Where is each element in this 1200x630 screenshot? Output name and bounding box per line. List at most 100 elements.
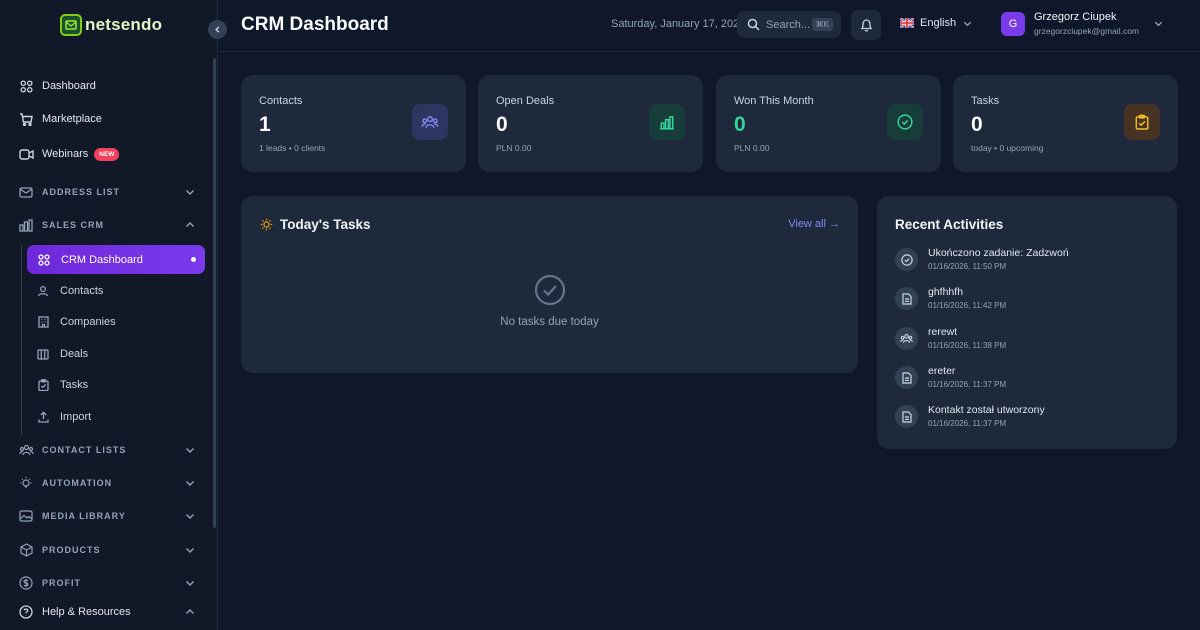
grid-icon xyxy=(37,253,51,267)
activity-item[interactable]: rerewt 01/16/2026, 11:38 PM xyxy=(895,326,1006,350)
search-placeholder: Search... xyxy=(766,18,811,31)
chevron-down-icon xyxy=(184,444,196,456)
chevron-down-icon xyxy=(184,544,196,556)
activity-text: rerewt xyxy=(928,326,958,338)
upload-icon xyxy=(36,410,50,424)
columns-icon xyxy=(36,347,50,361)
notifications-button[interactable] xyxy=(851,10,881,40)
stat-sub: 1 leads • 0 clients xyxy=(259,143,326,153)
sidebar-item-label: Marketplace xyxy=(42,113,102,125)
view-all-link[interactable]: View all → xyxy=(788,218,840,230)
todays-tasks-panel: Today's Tasks View all → No tasks due to… xyxy=(241,196,858,373)
mail-icon xyxy=(18,184,34,200)
section-label: PRODUCTS xyxy=(42,545,101,555)
sidebar-item-label: CRM Dashboard xyxy=(61,253,143,266)
sidebar-item-dashboard[interactable]: Dashboard xyxy=(18,76,198,96)
grid-icon xyxy=(18,78,34,94)
activity-item[interactable]: ghfhhfh 01/16/2026, 11:42 PM xyxy=(895,286,1006,310)
document-icon xyxy=(895,366,918,389)
activity-item[interactable]: Ukończono zadanie: Zadzwoń 01/16/2026, 11… xyxy=(895,247,1069,271)
stat-label: Won This Month xyxy=(734,95,814,107)
section-label: PROFIT xyxy=(42,578,81,588)
section-label: MEDIA LIBRARY xyxy=(42,511,126,521)
stat-label: Contacts xyxy=(259,95,303,107)
stat-value: 0 xyxy=(734,113,746,136)
chevron-down-icon xyxy=(184,477,196,489)
section-products[interactable]: PRODUCTS xyxy=(18,540,196,560)
active-dot xyxy=(191,257,196,262)
sidebar-item-label: Tasks xyxy=(60,379,89,391)
sidebar-item-contacts[interactable]: Contacts xyxy=(36,281,196,301)
user-menu[interactable]: G Grzegorz Ciupek grzegorzciupek@gmail.c… xyxy=(1001,11,1164,36)
section-label: AUTOMATION xyxy=(42,478,113,488)
section-media-library[interactable]: MEDIA LIBRARY xyxy=(18,506,196,526)
sidebar-item-marketplace[interactable]: Marketplace xyxy=(18,109,198,129)
help-resources[interactable]: Help & Resources xyxy=(18,602,196,622)
recent-activities-panel: Recent Activities Ukończono zadanie: Zad… xyxy=(877,196,1177,449)
document-icon xyxy=(895,287,918,310)
stat-value: 0 xyxy=(496,113,508,136)
bar-chart-icon xyxy=(649,104,685,140)
user-icon xyxy=(36,284,50,298)
section-profit[interactable]: PROFIT xyxy=(18,573,196,593)
search-icon xyxy=(747,18,760,31)
sidebar-item-label: Dashboard xyxy=(42,80,96,92)
stat-card-contacts[interactable]: Contacts 1 1 leads • 0 clients xyxy=(241,75,466,172)
sidebar-item-import[interactable]: Import xyxy=(36,407,196,427)
sun-icon xyxy=(260,218,273,231)
stat-card-won-this-month[interactable]: Won This Month 0 PLN 0.00 xyxy=(716,75,941,172)
activity-text: Ukończono zadanie: Zadzwoń xyxy=(928,247,1069,259)
help-label: Help & Resources xyxy=(42,606,131,618)
section-label: SALES CRM xyxy=(42,220,105,230)
section-sales-crm[interactable]: SALES CRM xyxy=(18,215,196,235)
language-label: English xyxy=(920,17,957,29)
check-circle-icon xyxy=(895,248,918,271)
sidebar-item-label: Import xyxy=(60,411,92,423)
search-shortcut: ⌘K xyxy=(811,18,833,31)
activity-date: 01/16/2026, 11:42 PM xyxy=(928,301,1007,310)
section-label: ADDRESS LIST xyxy=(42,187,121,197)
sidebar: netsendo Dashboard Marketplace Webinars … xyxy=(0,0,218,630)
check-circle-icon xyxy=(887,104,923,140)
section-contact-lists[interactable]: CONTACT LISTS xyxy=(18,440,196,460)
user-email: grzegorzciupek@gmail.com xyxy=(1034,26,1140,36)
sidebar-item-label: Companies xyxy=(60,316,116,328)
empty-state-text: No tasks due today xyxy=(500,316,599,328)
activity-item[interactable]: Kontakt został utworzony 01/16/2026, 11:3… xyxy=(895,404,1045,428)
stat-card-tasks[interactable]: Tasks 0 today • 0 upcoming xyxy=(953,75,1178,172)
clipboard-icon xyxy=(1124,104,1160,140)
header-date: Saturday, January 17, 2026 xyxy=(611,18,746,30)
sidebar-item-companies[interactable]: Companies xyxy=(36,312,196,332)
dollar-icon xyxy=(18,575,34,591)
building-icon xyxy=(36,315,50,329)
recent-activities-title: Recent Activities xyxy=(895,217,1004,232)
collapse-sidebar-button[interactable] xyxy=(208,20,227,39)
activity-text: Kontakt został utworzony xyxy=(928,404,1045,416)
page-title: CRM Dashboard xyxy=(241,14,389,35)
logo[interactable]: netsendo xyxy=(60,14,162,36)
logo-icon xyxy=(60,14,82,36)
section-automation[interactable]: AUTOMATION xyxy=(18,473,196,493)
sidebar-item-label: Webinars xyxy=(42,148,89,160)
activity-date: 01/16/2026, 11:38 PM xyxy=(928,341,1007,350)
stat-sub: today • 0 upcoming xyxy=(971,143,1044,153)
users-icon xyxy=(412,104,448,140)
sidebar-item-deals[interactable]: Deals xyxy=(36,344,196,364)
cart-icon xyxy=(18,111,34,127)
stat-card-open-deals[interactable]: Open Deals 0 PLN 0.00 xyxy=(478,75,703,172)
chevron-down-icon xyxy=(184,186,196,198)
section-address-list[interactable]: ADDRESS LIST xyxy=(18,182,196,202)
search-button[interactable]: Search... ⌘K xyxy=(737,11,841,38)
sidebar-item-tasks[interactable]: Tasks xyxy=(36,375,196,395)
sidebar-scrollbar[interactable] xyxy=(213,58,216,528)
activity-item[interactable]: ereter 01/16/2026, 11:37 PM xyxy=(895,365,1006,389)
stat-value: 0 xyxy=(971,113,983,136)
chevron-up-icon xyxy=(184,219,196,231)
stat-value: 1 xyxy=(259,113,271,136)
activity-text: ereter xyxy=(928,365,956,377)
sidebar-item-crm-dashboard[interactable]: CRM Dashboard xyxy=(27,245,205,274)
new-badge: NEW xyxy=(94,147,120,161)
language-selector[interactable]: English xyxy=(900,17,973,29)
box-icon xyxy=(18,542,34,558)
sidebar-item-webinars[interactable]: Webinars NEW xyxy=(18,144,198,164)
